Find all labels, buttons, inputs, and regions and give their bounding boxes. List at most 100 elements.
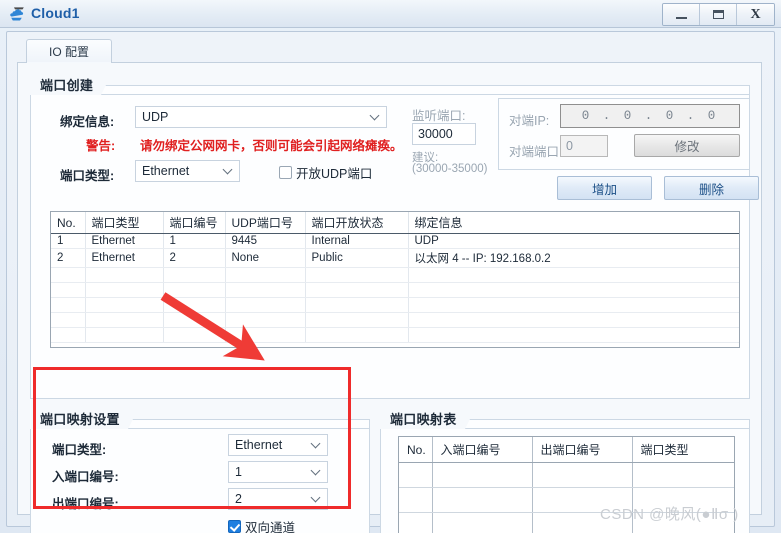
table-row-empty[interactable] <box>399 512 734 533</box>
input-peer-port[interactable]: 0 <box>560 135 608 157</box>
tab-panel-io-config: 端口创建 绑定信息: UDP 警告: 请勿绑定公网网卡，否则可能会引起网络瘫痪。… <box>17 63 762 533</box>
group-port-mapping-table: 端口映射表 No.入端口编号出端口编号端口类型 删除 <box>380 407 750 533</box>
chevron-down-icon <box>224 166 232 174</box>
table-cell-empty <box>532 512 633 533</box>
client-area: IO 配置 端口创建 绑定信息: UDP 警告: 请勿绑定公网网卡，否则可能会引… <box>6 31 775 533</box>
table-row-empty[interactable] <box>51 312 739 328</box>
table-cell-empty <box>305 312 409 328</box>
table-row[interactable]: 1 Ethernet 1 9445 Internal UDP <box>51 233 739 249</box>
add-port-button[interactable]: 增加 <box>557 176 652 200</box>
application-window: Cloud1 X IO 配置 端口创建 绑定信息: UDP 警告: 请勿绑定公网… <box>0 0 781 533</box>
table-cell-empty <box>408 267 739 283</box>
delete-port-button-label: 删除 <box>698 182 724 197</box>
minimize-button[interactable] <box>663 4 700 25</box>
table-cell-empty <box>163 327 226 343</box>
group-port-mapping-table-title: 端口映射表 <box>380 407 475 429</box>
combo-port-type-value: Ethernet <box>142 164 190 178</box>
table-cell-empty <box>532 487 633 513</box>
port-list-col-1: 端口类型 <box>85 212 164 234</box>
table-cell: Public <box>305 248 409 268</box>
delete-port-button[interactable]: 删除 <box>664 176 759 200</box>
combo-map-port-type[interactable]: Ethernet <box>228 434 328 456</box>
group-port-create: 端口创建 绑定信息: UDP 警告: 请勿绑定公网网卡，否则可能会引起网络瘫痪。… <box>30 73 759 399</box>
label-peer-port: 对端端口: <box>509 145 563 159</box>
modify-button[interactable]: 修改 <box>634 134 740 157</box>
label-listen-port: 监听端口: <box>412 109 466 123</box>
checkbox-bidirectional[interactable]: 双向通道 <box>228 517 295 533</box>
table-cell-empty <box>632 512 734 533</box>
mapping-header-row: No. 入端口编号 出端口编号 端口类型 <box>399 437 734 463</box>
input-peer-port-value: 0 <box>566 139 573 153</box>
table-row-empty[interactable] <box>51 267 739 283</box>
table-cell: 2 <box>51 248 86 268</box>
combo-binding-info-value: UDP <box>142 110 169 124</box>
chevron-down-icon <box>312 467 320 475</box>
cloud-icon <box>9 5 27 23</box>
maximize-button[interactable] <box>700 4 737 25</box>
table-cell: Internal <box>305 233 409 249</box>
input-listen-port-value: 30000 <box>418 127 453 141</box>
group-port-create-titleline <box>30 94 750 95</box>
table-cell-empty <box>85 312 164 328</box>
table-row-empty[interactable] <box>51 327 739 343</box>
table-cell-empty <box>305 267 409 283</box>
combo-out-port-number[interactable]: 2 <box>228 488 328 510</box>
window-title: Cloud1 <box>31 5 80 21</box>
checkbox-open-udp-port-box <box>279 166 292 179</box>
label-map-port-type: 端口类型: <box>52 443 107 457</box>
table-cell-empty <box>85 282 164 298</box>
port-list-col-3: UDP端口号 <box>225 212 306 234</box>
combo-out-port-number-value: 2 <box>235 492 242 506</box>
port-list-table[interactable]: No. 端口类型 端口编号 UDP端口号 端口开放状态 绑定信息 1 Ethernet 1 94… <box>50 211 740 348</box>
mapping-col-3: 端口类型 <box>632 437 734 463</box>
input-peer-ip[interactable]: 0 . 0 . 0 . 0 <box>560 104 740 128</box>
label-binding-info: 绑定信息: <box>60 115 115 129</box>
modify-button-label: 修改 <box>674 140 700 154</box>
input-peer-ip-value: 0 . 0 . 0 . 0 <box>581 109 719 123</box>
table-row-empty[interactable] <box>399 487 734 513</box>
table-cell-empty <box>163 282 226 298</box>
mapping-col-0: No. <box>399 437 433 463</box>
table-row[interactable]: 2 Ethernet 2 None Public 以太网 4 -- IP: 192.168… <box>51 248 739 268</box>
chevron-down-icon <box>312 440 320 448</box>
mapping-col-1: 入端口编号 <box>432 437 533 463</box>
label-warning-prefix: 警告: <box>86 139 116 153</box>
port-list-col-0: No. <box>51 212 86 234</box>
label-warning-text: 请勿绑定公网网卡，否则可能会引起网络瘫痪。 <box>140 139 403 153</box>
table-cell-empty <box>225 267 306 283</box>
mapping-table[interactable]: No. 入端口编号 出端口编号 端口类型 <box>398 436 735 533</box>
group-port-mapping-settings-title: 端口映射设置 <box>30 407 139 429</box>
table-row-empty[interactable] <box>399 462 734 488</box>
table-cell-empty <box>85 327 164 343</box>
label-out-port-number: 出端口编号: <box>52 497 119 511</box>
combo-binding-info[interactable]: UDP <box>135 106 387 128</box>
close-button[interactable]: X <box>737 4 774 25</box>
table-cell-empty <box>51 312 86 328</box>
table-cell-empty <box>163 267 226 283</box>
table-row-empty[interactable] <box>51 297 739 313</box>
tab-io-config-label: IO 配置 <box>48 45 89 59</box>
group-port-create-title: 端口创建 <box>30 73 113 95</box>
combo-in-port-number[interactable]: 1 <box>228 461 328 483</box>
combo-in-port-number-value: 1 <box>235 465 242 479</box>
table-cell-empty <box>51 327 86 343</box>
table-cell-empty <box>225 297 306 313</box>
table-cell-empty <box>408 312 739 328</box>
chevron-down-icon <box>312 494 320 502</box>
combo-port-type[interactable]: Ethernet <box>135 160 240 182</box>
port-list-grid: No. 端口类型 端口编号 UDP端口号 端口开放状态 绑定信息 1 Ethernet 1 94… <box>51 212 739 343</box>
port-list-col-5: 绑定信息 <box>408 212 739 234</box>
title-bar: Cloud1 X <box>0 0 781 28</box>
table-cell: Ethernet <box>85 233 164 249</box>
table-cell-empty <box>399 487 433 513</box>
table-cell-empty <box>399 512 433 533</box>
table-cell: Ethernet <box>85 248 164 268</box>
close-icon: X <box>750 6 761 22</box>
checkbox-open-udp-port[interactable]: 开放UDP端口 <box>279 163 372 182</box>
table-cell-empty <box>408 327 739 343</box>
table-row-empty[interactable] <box>51 282 739 298</box>
table-cell-empty <box>225 327 306 343</box>
tab-io-config[interactable]: IO 配置 <box>26 39 112 63</box>
input-listen-port[interactable]: 30000 <box>412 123 476 145</box>
tab-strip: IO 配置 <box>17 39 762 63</box>
